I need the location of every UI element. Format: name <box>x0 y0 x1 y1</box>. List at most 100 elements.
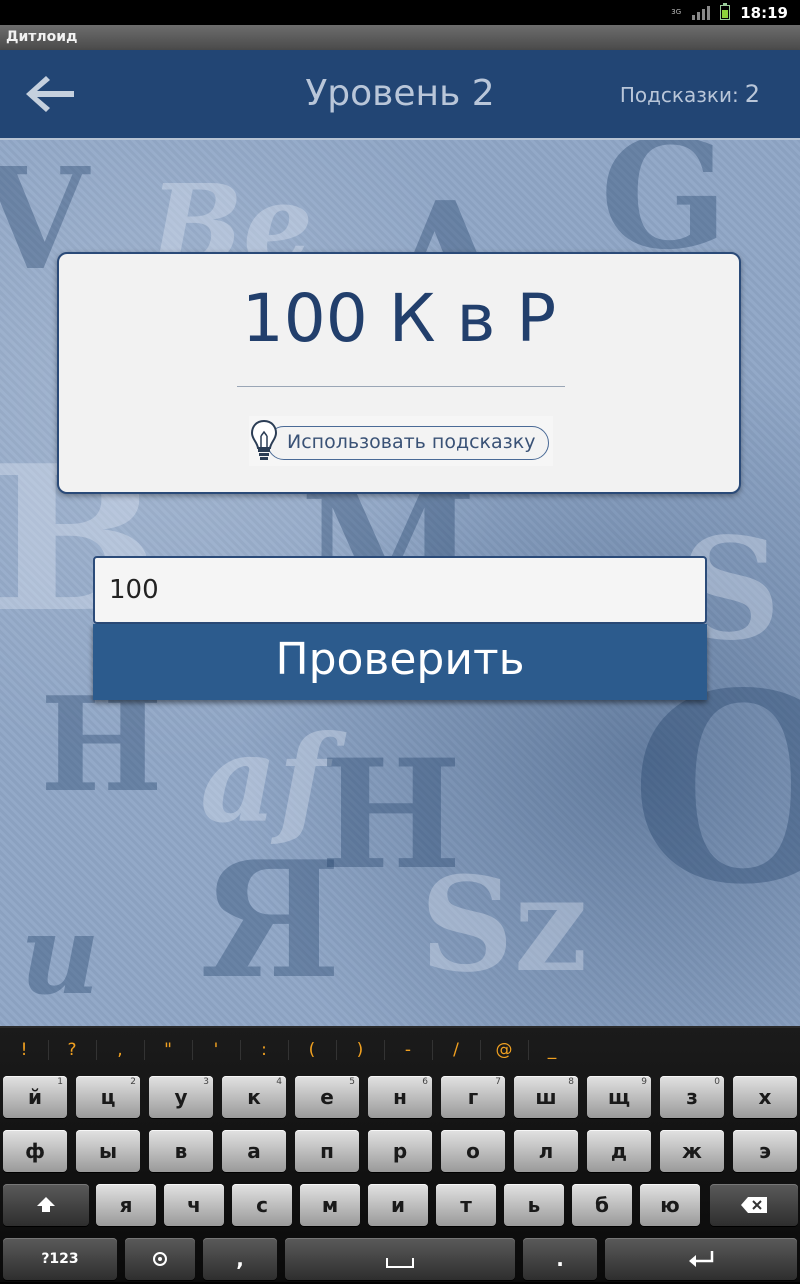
key-number-hint: 9 <box>641 1077 647 1087</box>
symbol-key[interactable]: ? <box>48 1036 96 1064</box>
symbol-key[interactable]: " <box>144 1036 192 1064</box>
key-letter[interactable]: е5 <box>295 1076 359 1118</box>
comma-key[interactable]: , <box>203 1238 277 1280</box>
key-letter[interactable]: в <box>149 1130 213 1172</box>
symbol-key[interactable]: ! <box>0 1036 48 1064</box>
key-label: ю <box>660 1193 680 1217</box>
key-label: й <box>27 1085 42 1109</box>
key-letter[interactable]: ь <box>504 1184 564 1226</box>
key-letter[interactable]: э <box>733 1130 797 1172</box>
key-letter[interactable]: н6 <box>368 1076 432 1118</box>
enter-key[interactable] <box>605 1238 797 1280</box>
enter-icon <box>689 1251 714 1267</box>
key-letter[interactable]: ы <box>76 1130 140 1172</box>
symbol-key[interactable]: ) <box>336 1036 384 1064</box>
symbol-separator <box>384 1040 385 1060</box>
key-label: ж <box>682 1139 702 1163</box>
key-letter[interactable]: ж <box>660 1130 724 1172</box>
bg-glyph: Я <box>200 826 342 1014</box>
key-label: ф <box>25 1139 45 1163</box>
status-icons: 3G 18:19 <box>670 0 788 25</box>
key-label: э <box>759 1139 771 1163</box>
light-bulb-icon <box>250 419 278 460</box>
symbol-key[interactable]: @ <box>480 1036 528 1064</box>
key-letter[interactable]: г7 <box>441 1076 505 1118</box>
backspace-key[interactable] <box>710 1184 798 1226</box>
key-letter[interactable]: у3 <box>149 1076 213 1118</box>
bg-glyph: u <box>20 890 100 1019</box>
space-key[interactable] <box>285 1238 515 1280</box>
key-letter[interactable]: ч <box>164 1184 224 1226</box>
key-number-hint: 7 <box>495 1077 501 1087</box>
key-letter[interactable]: ш8 <box>514 1076 578 1118</box>
symbol-key[interactable]: ( <box>288 1036 336 1064</box>
key-label: щ <box>607 1085 631 1109</box>
key-letter[interactable]: з0 <box>660 1076 724 1118</box>
answer-input[interactable] <box>93 556 707 624</box>
shift-key[interactable] <box>3 1184 89 1226</box>
key-label: п <box>320 1139 334 1163</box>
key-label: д <box>610 1139 628 1163</box>
hints-counter: Подсказки: 2 <box>620 50 760 139</box>
key-letter[interactable]: ю <box>640 1184 700 1226</box>
key-letter[interactable]: п <box>295 1130 359 1172</box>
divider <box>237 386 565 387</box>
key-letter[interactable]: с <box>232 1184 292 1226</box>
settings-key[interactable] <box>125 1238 195 1280</box>
period-key[interactable]: . <box>523 1238 597 1280</box>
symbol-separator <box>480 1040 481 1060</box>
key-letter[interactable]: ц2 <box>76 1076 140 1118</box>
use-hint-label: Использовать подсказку <box>287 431 536 453</box>
soft-keyboard: !?, " ':() - / @ _ й1ц2у3к4е5н6г7ш8щ9з0хфывапр… <box>0 1026 800 1282</box>
key-label: л <box>538 1139 554 1163</box>
key-label: ч <box>187 1193 201 1217</box>
key-letter[interactable]: ф <box>3 1130 67 1172</box>
key-label: е <box>320 1085 334 1109</box>
key-letter[interactable]: х <box>733 1076 797 1118</box>
key-letter[interactable]: а <box>222 1130 286 1172</box>
key-letter[interactable]: р <box>368 1130 432 1172</box>
key-label: к <box>247 1085 261 1109</box>
symbol-key[interactable]: ' <box>192 1036 240 1064</box>
window-title: Дитлоид <box>0 25 800 50</box>
key-letter[interactable]: л <box>514 1130 578 1172</box>
key-letter[interactable]: т <box>436 1184 496 1226</box>
key-letter[interactable]: м <box>300 1184 360 1226</box>
signal-strength-icon <box>692 5 711 20</box>
key-label: г <box>467 1085 479 1109</box>
symbol-separator <box>432 1040 433 1060</box>
puzzle-card: 100 К в Р Использовать подсказку <box>57 252 741 494</box>
key-letter[interactable]: и <box>368 1184 428 1226</box>
key-letter[interactable]: д <box>587 1130 651 1172</box>
key-label: в <box>174 1139 188 1163</box>
symbol-separator <box>96 1040 97 1060</box>
symbol-suggestion-row: !?, " ':() - / @ _ <box>0 1028 800 1072</box>
symbol-key[interactable]: / <box>432 1036 480 1064</box>
symbol-key[interactable]: , <box>96 1036 144 1064</box>
key-letter[interactable]: я <box>96 1184 156 1226</box>
key-label: ?123 <box>41 1251 79 1267</box>
check-button[interactable]: Проверить <box>93 624 707 700</box>
symbol-separator <box>528 1040 529 1060</box>
hints-count: 2 <box>744 80 760 108</box>
use-hint-button[interactable]: Использовать подсказку <box>249 416 553 466</box>
shift-icon <box>37 1197 55 1212</box>
numeric-mode-key[interactable]: ?123 <box>3 1238 117 1280</box>
key-number-hint: 0 <box>714 1077 720 1087</box>
backspace-icon <box>741 1197 767 1213</box>
key-letter[interactable]: к4 <box>222 1076 286 1118</box>
key-letter[interactable]: щ9 <box>587 1076 651 1118</box>
key-letter[interactable]: б <box>572 1184 632 1226</box>
symbol-separator <box>336 1040 337 1060</box>
key-label: б <box>595 1193 609 1217</box>
app-header: Уровень 2 Подсказки: 2 <box>0 50 800 140</box>
key-label: м <box>321 1193 339 1217</box>
key-label: а <box>247 1139 261 1163</box>
key-letter[interactable]: й1 <box>3 1076 67 1118</box>
symbol-key[interactable]: : <box>240 1036 288 1064</box>
symbol-key[interactable]: - <box>384 1036 432 1064</box>
key-label: з <box>686 1085 698 1109</box>
symbol-key[interactable]: _ <box>528 1036 576 1064</box>
status-time: 18:19 <box>740 3 788 22</box>
key-letter[interactable]: о <box>441 1130 505 1172</box>
